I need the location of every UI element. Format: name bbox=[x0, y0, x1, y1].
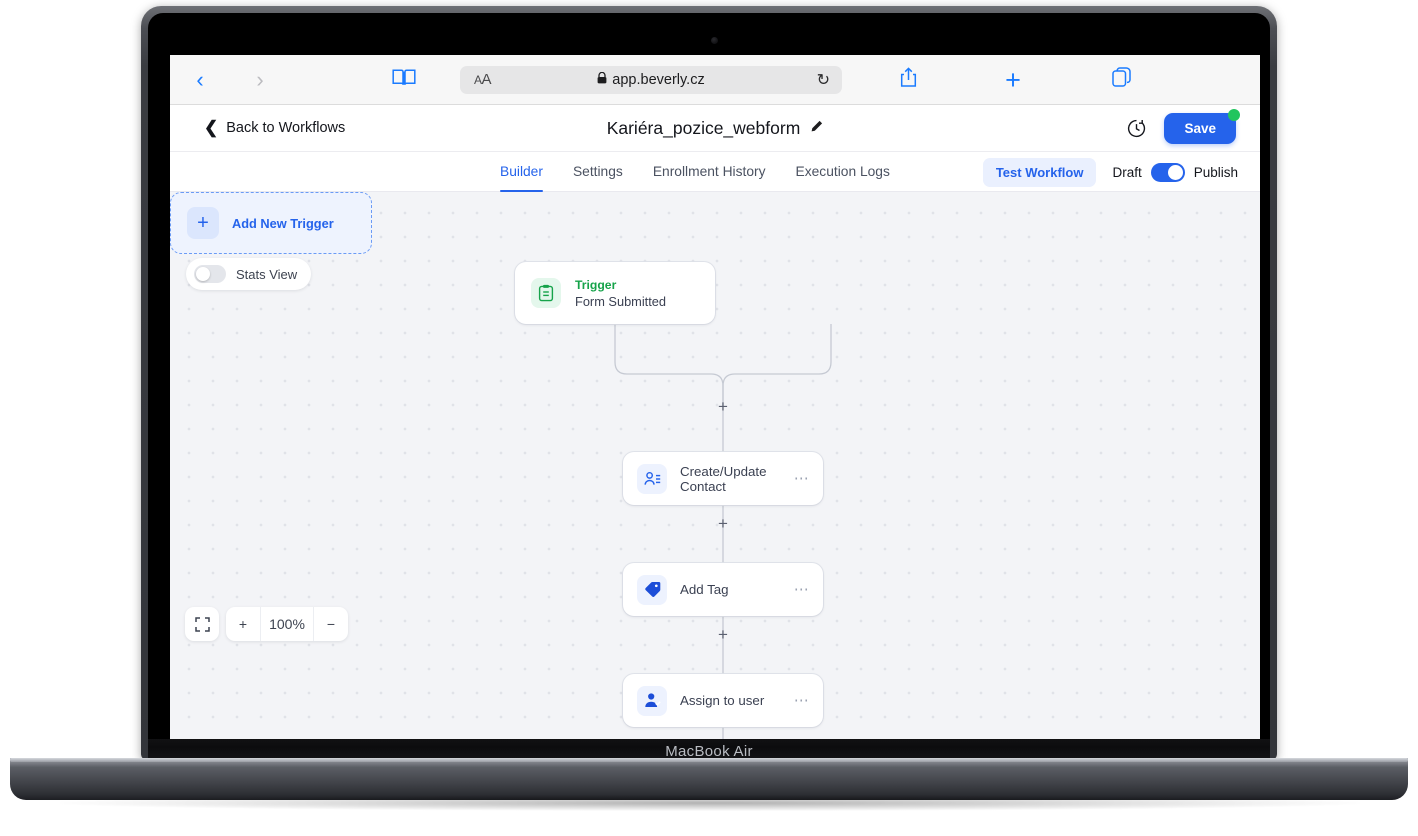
workflow-name: Kariéra_pozice_webform bbox=[606, 117, 801, 138]
add-step-button[interactable]: + bbox=[715, 398, 731, 415]
laptop-mockup: ‹ › AAAA app.beverly.cz ↻ bbox=[0, 0, 1418, 836]
tag-icon bbox=[637, 574, 667, 605]
toggle-knob bbox=[1167, 164, 1183, 180]
save-button-wrapper: Save bbox=[1164, 108, 1240, 144]
more-dots-icon[interactable]: ⋯ bbox=[794, 693, 810, 708]
action-node-label: Assign to user bbox=[680, 693, 765, 708]
laptop-base bbox=[10, 758, 1408, 800]
tab-builder[interactable]: Builder bbox=[500, 152, 543, 192]
trigger-title: Form Submitted bbox=[575, 293, 667, 309]
stats-view-label: Stats View bbox=[236, 266, 298, 282]
more-dots-icon[interactable]: ⋯ bbox=[794, 582, 810, 597]
webcam-icon bbox=[711, 37, 718, 44]
publish-label: Publish bbox=[1193, 164, 1238, 180]
workflow-canvas[interactable]: Stats View Trigger Form Submitted + Add … bbox=[170, 192, 1260, 739]
action-node-label: Create/Update Contact bbox=[680, 463, 767, 494]
app-header: ❮ Back to Workflows Kariéra_pozice_webfo… bbox=[170, 105, 1260, 152]
action-node-assign-to-user[interactable]: Assign to user ⋯ bbox=[623, 674, 823, 727]
trigger-node[interactable]: Trigger Form Submitted bbox=[515, 262, 715, 324]
trigger-text: Trigger Form Submitted bbox=[575, 278, 666, 309]
laptop-chin: MacBook Air bbox=[148, 739, 1270, 760]
reload-icon[interactable]: ↻ bbox=[817, 70, 830, 90]
action-node-create-update-contact[interactable]: Create/Update Contact ⋯ bbox=[623, 452, 823, 505]
add-step-button[interactable]: + bbox=[715, 626, 731, 643]
tabs-right-actions: Test Workflow Draft Publish bbox=[982, 152, 1238, 192]
unsaved-changes-dot-icon bbox=[1228, 108, 1240, 121]
address-bar[interactable]: AAAA app.beverly.cz ↻ bbox=[460, 65, 842, 94]
browser-toolbar: ‹ › AAAA app.beverly.cz ↻ bbox=[170, 55, 1260, 105]
browser-back-icon[interactable]: ‹ bbox=[170, 68, 230, 91]
toggle-knob bbox=[196, 267, 210, 281]
add-step-button[interactable]: + bbox=[715, 515, 731, 532]
tab-execution-logs[interactable]: Execution Logs bbox=[796, 152, 890, 192]
workflow-tabs-bar: Builder Settings Enrollment History Exec… bbox=[170, 152, 1260, 192]
publish-toggle[interactable] bbox=[1150, 162, 1185, 182]
publish-toggle-group: Draft Publish bbox=[1112, 162, 1238, 182]
laptop-shadow bbox=[60, 795, 1360, 811]
header-actions: Save bbox=[1127, 108, 1240, 144]
tab-enrollment-history[interactable]: Enrollment History bbox=[653, 152, 766, 192]
more-dots-icon[interactable]: ⋯ bbox=[794, 471, 810, 486]
save-button[interactable]: Save bbox=[1164, 112, 1236, 144]
page-title: Kariéra_pozice_webform bbox=[170, 118, 1260, 139]
history-clock-icon[interactable] bbox=[1127, 119, 1146, 138]
zoom-controls: + 100% − bbox=[226, 607, 348, 641]
lock-icon bbox=[597, 71, 607, 88]
new-tab-icon[interactable]: + bbox=[983, 66, 1043, 93]
stats-view-toggle[interactable]: Stats View bbox=[186, 258, 312, 290]
zoom-in-button[interactable]: + bbox=[226, 607, 260, 641]
action-node-add-tag[interactable]: Add Tag ⋯ bbox=[623, 563, 823, 616]
screen-content: ‹ › AAAA app.beverly.cz ↻ bbox=[170, 55, 1260, 739]
fit-to-screen-button[interactable] bbox=[185, 607, 219, 641]
share-icon[interactable] bbox=[878, 66, 938, 93]
browser-forward-icon[interactable]: › bbox=[230, 68, 290, 91]
tabs-overview-icon[interactable] bbox=[1091, 67, 1151, 92]
url-text: app.beverly.cz bbox=[460, 71, 842, 88]
zoom-level-label: 100% bbox=[260, 607, 314, 641]
assign-user-icon bbox=[637, 685, 667, 716]
stats-view-switch[interactable] bbox=[194, 265, 226, 283]
action-node-label: Add Tag bbox=[680, 582, 729, 597]
test-workflow-button[interactable]: Test Workflow bbox=[982, 157, 1097, 187]
tab-settings[interactable]: Settings bbox=[573, 152, 623, 192]
clipboard-icon bbox=[531, 278, 561, 308]
contact-card-icon bbox=[637, 463, 667, 494]
zoom-out-button[interactable]: − bbox=[314, 607, 348, 641]
workflow-tabs: Builder Settings Enrollment History Exec… bbox=[500, 152, 890, 192]
pencil-icon[interactable] bbox=[810, 120, 823, 136]
trigger-kicker: Trigger bbox=[575, 277, 617, 292]
bookmarks-icon[interactable] bbox=[374, 68, 434, 92]
draft-label: Draft bbox=[1112, 164, 1142, 180]
